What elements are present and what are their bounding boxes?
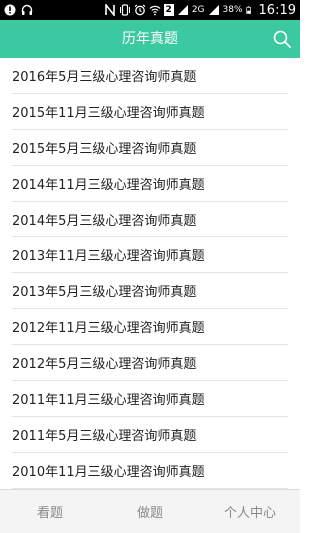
list-item[interactable]: 2014年5月三级心理咨询师真题 bbox=[12, 202, 288, 238]
battery-icon bbox=[245, 6, 251, 14]
headphones-icon bbox=[21, 4, 33, 15]
list-item-label: 2011年11月三级心理咨询师真题 bbox=[12, 392, 205, 408]
wifi-icon bbox=[149, 5, 160, 16]
list-item[interactable]: 2011年11月三级心理咨询师真题 bbox=[12, 381, 288, 417]
app-header: 历年真题 bbox=[0, 20, 300, 58]
page-title: 历年真题 bbox=[122, 31, 178, 47]
list-item-label: 2015年5月三级心理咨询师真题 bbox=[12, 141, 197, 157]
list-item-label: 2015年11月三级心理咨询师真题 bbox=[12, 105, 205, 121]
list-item[interactable]: 2015年11月三级心理咨询师真题 bbox=[12, 94, 288, 130]
clock: 16:19 bbox=[258, 2, 296, 18]
search-icon[interactable] bbox=[272, 29, 292, 49]
tab-profile[interactable]: 个人中心 bbox=[200, 490, 300, 533]
exam-list: 2016年5月三级心理咨询师真题 2015年11月三级心理咨询师真题 2015年… bbox=[0, 58, 300, 489]
list-item[interactable]: 2012年11月三级心理咨询师真题 bbox=[12, 309, 288, 346]
vibrate-icon bbox=[119, 4, 130, 16]
list-item[interactable]: 2013年11月三级心理咨询师真题 bbox=[12, 237, 288, 274]
list-item[interactable]: 2014年11月三级心理咨询师真题 bbox=[12, 166, 288, 202]
list-item-label: 2013年5月三级心理咨询师真题 bbox=[12, 285, 197, 301]
alert-icon bbox=[4, 4, 16, 16]
status-bar-right: 2 2G 38% 16:19 bbox=[104, 2, 296, 18]
alarm-icon bbox=[134, 4, 145, 16]
network-type: 2G bbox=[191, 5, 205, 15]
bottom-nav: 看题 做题 个人中心 bbox=[0, 489, 300, 533]
list-item-label: 2012年11月三级心理咨询师真题 bbox=[12, 321, 205, 337]
tab-practice[interactable]: 做题 bbox=[100, 490, 200, 533]
list-item-label: 2011年5月三级心理咨询师真题 bbox=[12, 428, 197, 444]
status-bar-left bbox=[4, 2, 33, 18]
list-item-label: 2016年5月三级心理咨询师真题 bbox=[12, 69, 197, 85]
status-bar: 2 2G 38% 16:19 bbox=[0, 0, 300, 20]
list-item[interactable]: 2013年5月三级心理咨询师真题 bbox=[12, 273, 288, 310]
list-item[interactable]: 2012年5月三级心理咨询师真题 bbox=[12, 345, 288, 382]
list-item-label: 2014年11月三级心理咨询师真题 bbox=[12, 177, 205, 193]
list-item-label: 2014年5月三级心理咨询师真题 bbox=[12, 213, 197, 229]
list-item-label: 2010年11月三级心理咨询师真题 bbox=[12, 464, 205, 480]
battery-percent: 38% bbox=[222, 5, 243, 15]
signal-icon bbox=[177, 5, 188, 15]
list-item[interactable]: 2015年5月三级心理咨询师真题 bbox=[12, 130, 288, 166]
tab-view-questions[interactable]: 看题 bbox=[0, 490, 100, 533]
list-item[interactable]: 2016年5月三级心理咨询师真题 bbox=[12, 58, 288, 94]
list-item-label: 2013年11月三级心理咨询师真题 bbox=[12, 249, 205, 265]
signal-icon-2 bbox=[208, 5, 219, 15]
list-item-label: 2012年5月三级心理咨询师真题 bbox=[12, 357, 197, 373]
nfc-icon bbox=[104, 4, 115, 16]
list-item[interactable]: 2011年5月三级心理咨询师真题 bbox=[12, 417, 288, 453]
sim-badge: 2 bbox=[163, 4, 174, 16]
list-item[interactable]: 2010年11月三级心理咨询师真题 bbox=[12, 453, 288, 489]
